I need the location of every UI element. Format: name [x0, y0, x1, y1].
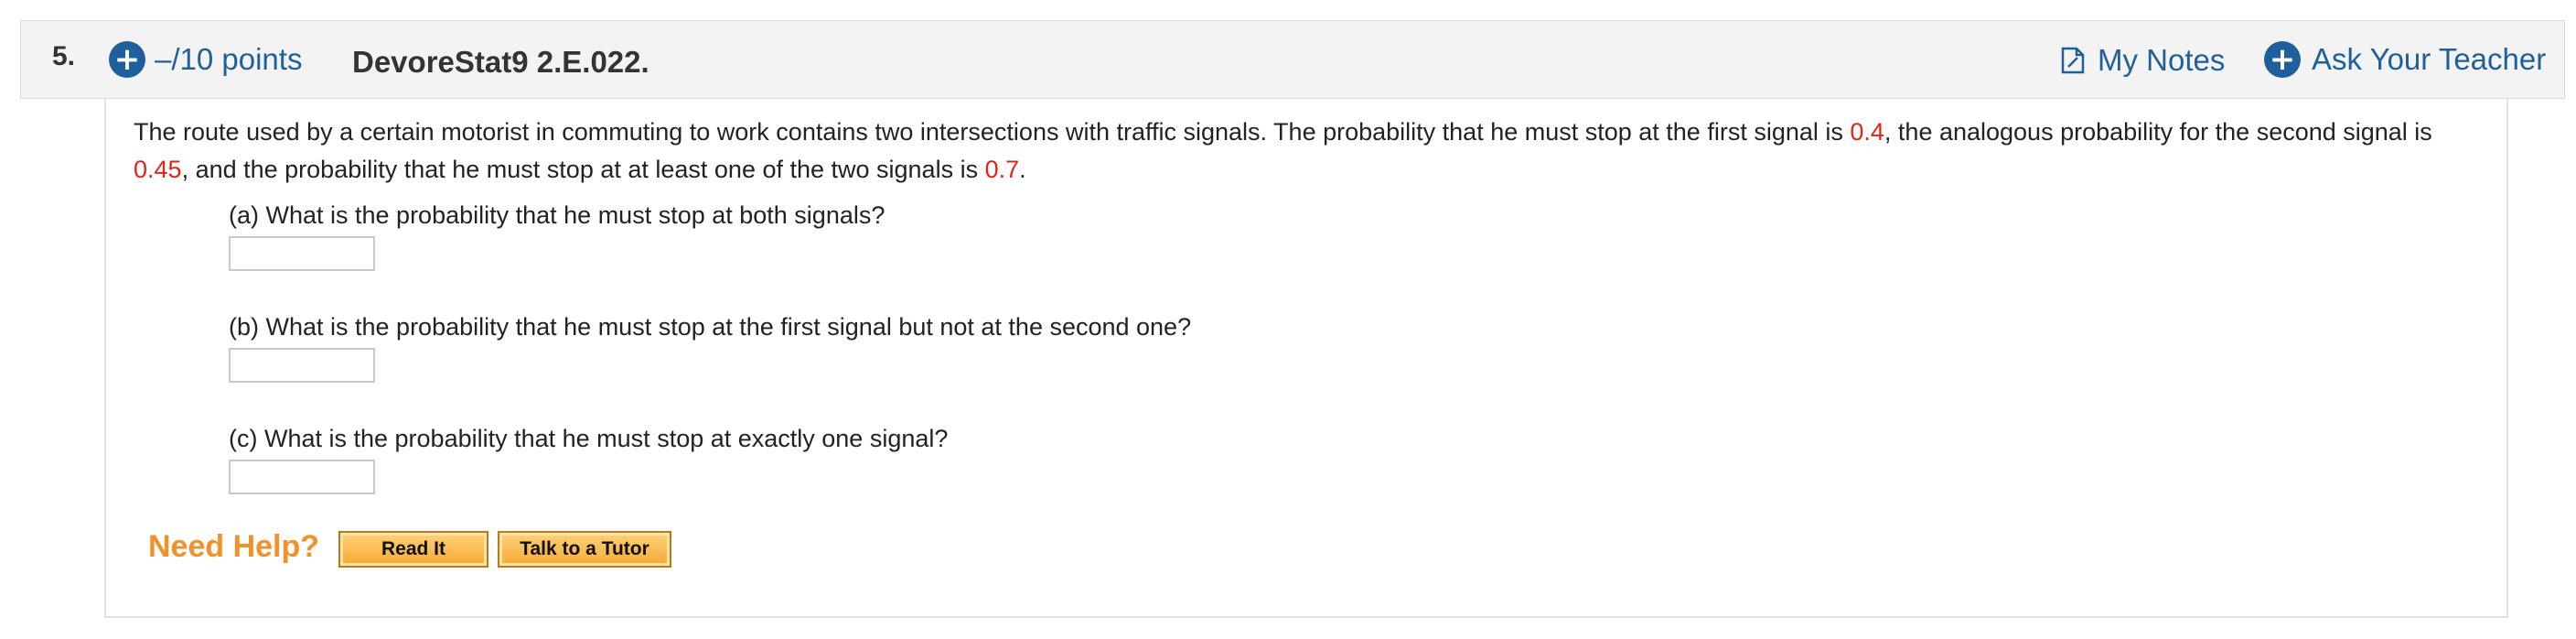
part-a-answer-input[interactable]: [229, 236, 375, 271]
plus-icon[interactable]: +: [2264, 41, 2301, 78]
my-notes-button[interactable]: My Notes: [2061, 43, 2225, 78]
question-number: 5.: [52, 41, 76, 71]
question-body: The route used by a certain motorist in …: [104, 99, 2508, 618]
my-notes-label[interactable]: My Notes: [2098, 43, 2225, 78]
ask-teacher-label[interactable]: Ask Your Teacher: [2312, 42, 2546, 77]
ask-teacher-button[interactable]: + Ask Your Teacher: [2264, 41, 2546, 78]
question-header: 5. + –/10 points DevoreStat9 2.E.022. My…: [20, 20, 2565, 99]
value-p1: 0.4: [1850, 118, 1884, 146]
points-label[interactable]: –/10 points: [155, 42, 302, 77]
note-icon: [2061, 47, 2085, 74]
question-title: DevoreStat9 2.E.022.: [352, 45, 649, 79]
value-p3: 0.7: [984, 156, 1020, 183]
need-help-label: Need Help?: [148, 529, 320, 564]
points-toggle[interactable]: + –/10 points: [109, 41, 302, 78]
part-c-label: (c) What is the probability that he must…: [229, 425, 949, 452]
part-b-answer-input[interactable]: [229, 348, 375, 383]
part-a-label: (a) What is the probability that he must…: [229, 201, 886, 229]
read-it-button[interactable]: Read It: [338, 531, 488, 568]
part-c-answer-input[interactable]: [229, 460, 375, 494]
talk-to-tutor-button[interactable]: Talk to a Tutor: [498, 531, 671, 568]
part-b-label: (b) What is the probability that he must…: [229, 313, 1192, 341]
value-p2: 0.45: [134, 156, 182, 183]
question-stem: The route used by a certain motorist in …: [134, 118, 2432, 183]
plus-icon[interactable]: +: [109, 41, 145, 78]
